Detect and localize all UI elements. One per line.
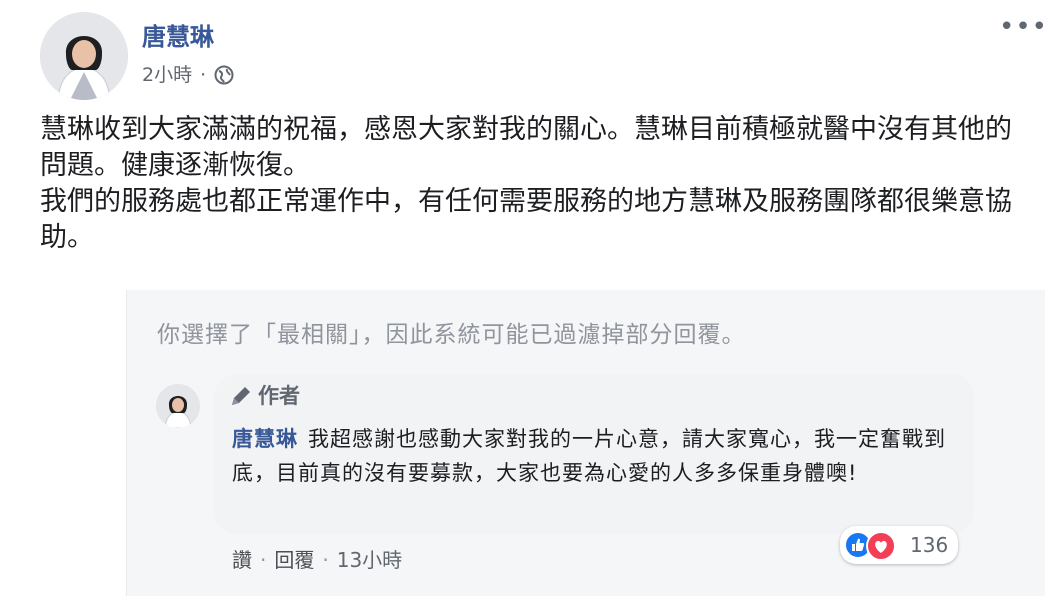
post-paragraph-2: 我們的服務處也都正常運作中，有任何需要服務的地方慧琳及服務團隊都很樂意協助。	[40, 186, 1012, 253]
author-avatar[interactable]	[40, 12, 128, 100]
comment-body: 我超感謝也感動大家對我的一片心意，請大家寬心，我一定奮戰到底，目前真的沒有要募款…	[232, 427, 946, 485]
reaction-count: 136	[910, 533, 949, 557]
post-meta: 2小時 ·	[142, 62, 234, 88]
reply-button[interactable]: 回覆	[274, 546, 314, 574]
more-options-icon[interactable]: •••	[999, 14, 1048, 40]
comment-avatar[interactable]	[156, 384, 200, 428]
comment-actions: 讚 · 回覆 · 13小時	[232, 546, 402, 574]
action-separator: ·	[322, 548, 329, 572]
author-badge: 作者	[228, 382, 300, 410]
post-author-name[interactable]: 唐慧琳	[142, 22, 214, 52]
post-body: 慧琳收到大家滿滿的祝福，感恩大家對我的關心。慧琳目前積極就醫中沒有其他的問題。健…	[40, 112, 1030, 256]
author-badge-label: 作者	[258, 384, 300, 408]
comment-filter-note: 你選擇了「最相關」，因此系統可能已過濾掉部分回覆。	[157, 322, 746, 348]
reactions-summary[interactable]: 136	[840, 526, 959, 564]
post-header: 唐慧琳 2小時 · •••	[40, 12, 1047, 102]
pencil-icon	[228, 383, 254, 409]
reaction-icons	[844, 529, 904, 561]
action-separator: ·	[260, 548, 267, 572]
comment-author-name[interactable]: 唐慧琳	[232, 427, 298, 451]
post-paragraph-1: 慧琳收到大家滿滿的祝福，感恩大家對我的關心。慧琳目前積極就醫中沒有其他的問題。健…	[40, 114, 1012, 181]
love-icon	[866, 531, 896, 561]
comment-text: 唐慧琳 我超感謝也感動大家對我的一片心意，請大家寬心，我一定奮戰到底，目前真的沒有…	[232, 422, 952, 490]
globe-icon	[214, 65, 234, 85]
post-time[interactable]: 2小時	[142, 62, 192, 88]
like-button[interactable]: 讚	[232, 546, 252, 574]
comment-time[interactable]: 13小時	[337, 546, 402, 574]
meta-separator: ·	[200, 64, 207, 86]
